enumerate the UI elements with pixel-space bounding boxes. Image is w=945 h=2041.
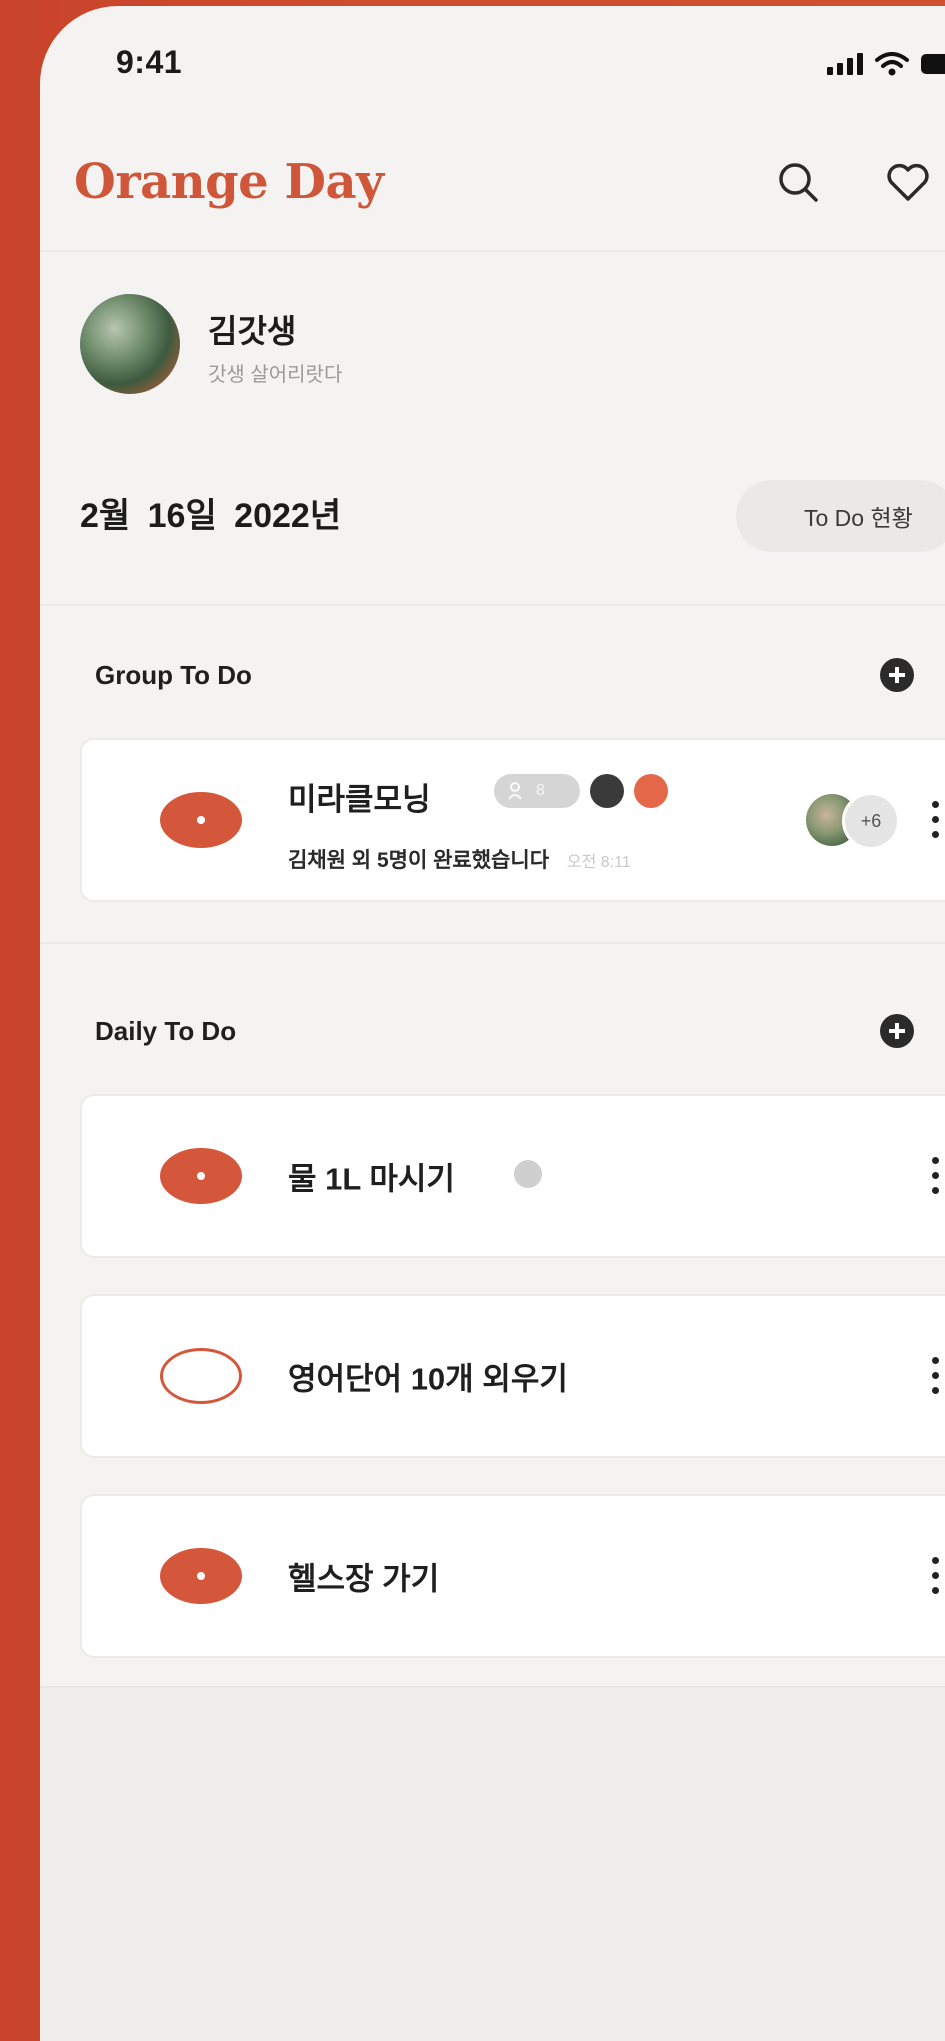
profile-section: 김갓생 갓생 살어리랏다 [40, 254, 945, 434]
people-icon [508, 782, 522, 800]
wifi-icon [875, 52, 909, 76]
avatar[interactable] [80, 294, 180, 394]
daily-todo-title: Daily To Do [95, 1016, 237, 1046]
heart-icon[interactable] [882, 156, 934, 208]
daily-todo-item[interactable]: 물 1L 마시기 [80, 1094, 945, 1258]
daily-todo-item[interactable]: 헬스장 가기 [80, 1494, 945, 1658]
daily-todo-item[interactable]: 영어단어 10개 외우기 [80, 1294, 945, 1458]
status-time: 9:41 [116, 44, 183, 80]
more-options-icon[interactable] [932, 1357, 940, 1395]
todo-checkbox[interactable] [160, 1148, 242, 1204]
more-options-icon[interactable] [932, 801, 940, 839]
todo-checkbox[interactable] [160, 792, 242, 848]
status-bar: 9:41 [40, 6, 945, 126]
add-group-todo-button[interactable] [880, 658, 914, 692]
more-options-icon[interactable] [932, 1557, 940, 1595]
todo-title: 헬스장 가기 [288, 1561, 440, 1597]
todo-title: 영어단어 10개 외우기 [288, 1361, 568, 1397]
member-count-badge: 8 [494, 774, 580, 808]
more-options-icon[interactable] [932, 1157, 940, 1195]
repeat-icon [514, 1160, 542, 1188]
robot-icon [590, 774, 624, 808]
todo-status-button[interactable]: To Do 현황 [736, 480, 945, 552]
profile-status: 갓생 살어리랏다 [208, 364, 343, 386]
date-row: 2월 16일 2022년 To Do 현황 [40, 436, 945, 606]
app-header: Orange Day [40, 126, 945, 252]
phone-screen: 9:41 Orange Day 김갓생 갓생 살어리랏다 2월 16일 2022… [40, 6, 945, 2041]
member-count: 8 [536, 782, 545, 799]
completion-text: 김채원 외 5명이 완료했습니다 [288, 849, 550, 872]
more-members-count: +6 [842, 792, 900, 850]
empty-bottom-area [40, 1686, 945, 2041]
group-todo-title: Group To Do [95, 660, 252, 690]
signal-icon [827, 53, 863, 75]
add-daily-todo-button[interactable] [880, 1014, 914, 1048]
todo-checkbox[interactable] [160, 1548, 242, 1604]
battery-icon [921, 54, 945, 74]
profile-name: 김갓생 [208, 313, 297, 349]
member-avatars[interactable]: +6 [806, 792, 906, 850]
completion-time: 오전 8:11 [566, 854, 631, 871]
group-todo-card[interactable]: 미라클모닝 8 김채원 외 5명이 완료했습니다 오전 8:11 +6 [80, 738, 945, 902]
alarm-icon [634, 774, 668, 808]
todo-checkbox[interactable] [160, 1348, 242, 1404]
section-divider [40, 942, 945, 944]
group-todo-subtitle: 김채원 외 5명이 완료했습니다 오전 8:11 [288, 844, 631, 874]
status-icons [827, 52, 945, 76]
search-icon[interactable] [772, 156, 824, 208]
current-date: 2월 16일 2022년 [80, 497, 342, 535]
todo-title: 물 1L 마시기 [288, 1161, 455, 1197]
group-todo-title-text: 미라클모닝 [288, 782, 431, 817]
app-logo: Orange Day [74, 154, 384, 210]
